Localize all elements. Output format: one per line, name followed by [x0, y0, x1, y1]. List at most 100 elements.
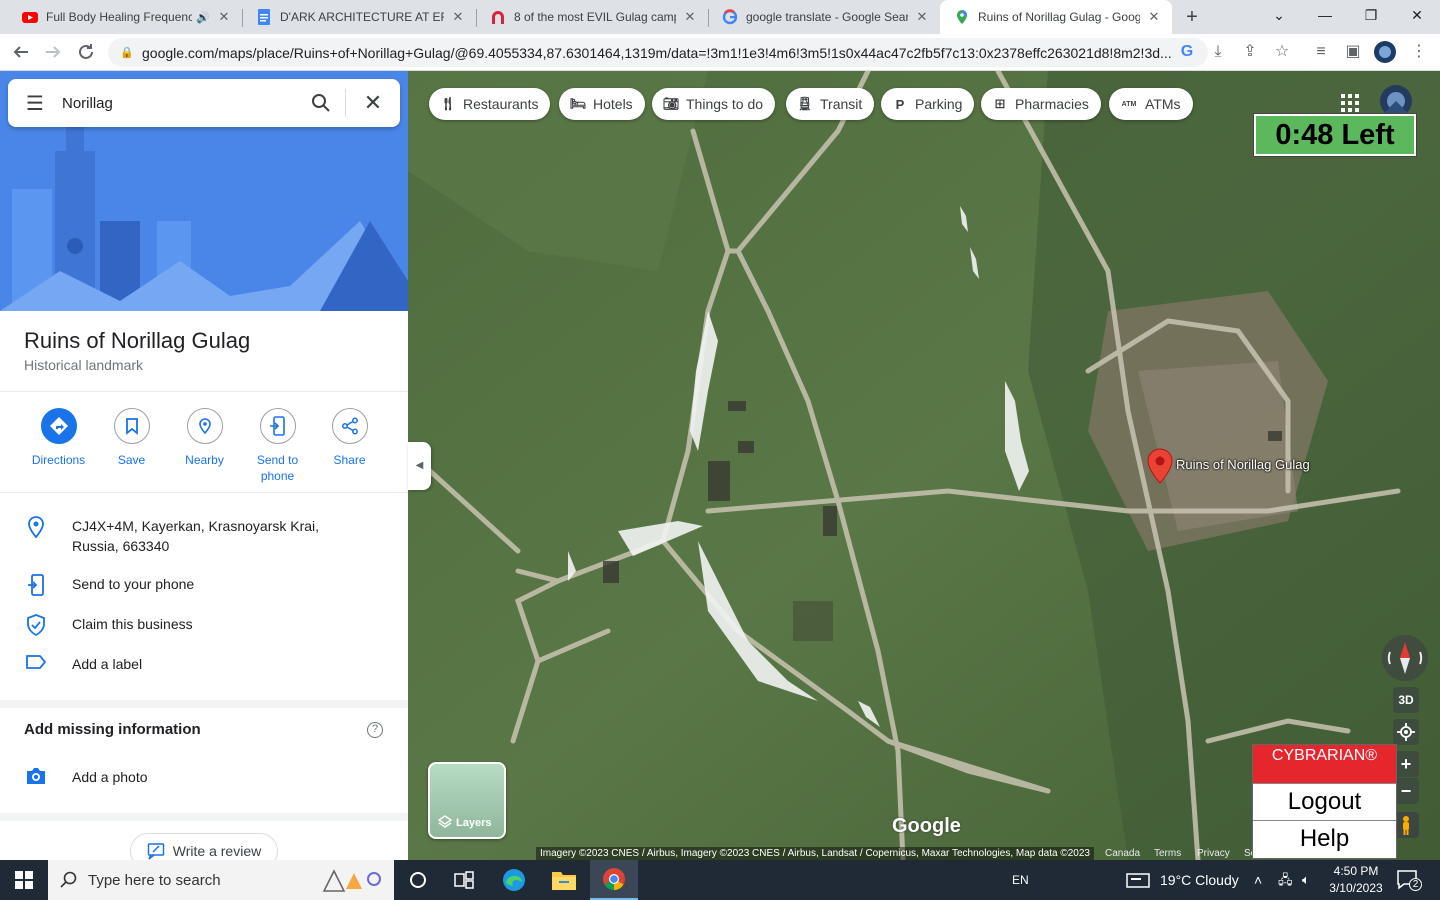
add-label-row[interactable]: Add a label [0, 654, 408, 674]
tab-close-icon[interactable]: ✕ [216, 9, 232, 25]
chip-atms[interactable]: ATM ATMs [1109, 88, 1193, 120]
send-to-phone-button[interactable]: Send to phone [241, 408, 314, 484]
tab-close-icon[interactable]: ✕ [1146, 9, 1162, 25]
3d-toggle-button[interactable]: 3D [1393, 687, 1419, 713]
account-avatar[interactable] [1380, 85, 1412, 117]
pin-label[interactable]: Ruins of Norillag Gulag [1176, 457, 1310, 472]
network-icon[interactable]: 🖧 [1278, 860, 1293, 900]
back-button[interactable] [8, 39, 34, 65]
divider [0, 492, 408, 493]
write-review-button[interactable]: Write a review [130, 833, 278, 860]
tab-google-search[interactable]: google translate - Google Search ✕ [708, 0, 940, 34]
collapse-panel-button[interactable]: ◀ [408, 442, 431, 490]
apps-grid-icon[interactable] [1340, 93, 1360, 113]
close-window-button[interactable]: ✕ [1394, 0, 1440, 30]
chip-parking[interactable]: P Parking [881, 88, 975, 120]
add-photo-row[interactable]: Add a photo [0, 767, 408, 787]
missing-info-heading: Add missing information [24, 721, 201, 738]
satellite-map[interactable]: 🍴︎ Restaurants 🛏︎ Hotels 📷︎ Things to do 🚆︎… [408, 71, 1440, 860]
reload-button[interactable] [73, 39, 99, 65]
share-icon [341, 417, 358, 435]
bookmark-star-icon[interactable]: ☆ [1269, 39, 1295, 65]
directions-icon [49, 417, 68, 435]
save-button[interactable]: Save [95, 408, 168, 468]
my-location-button[interactable] [1393, 719, 1419, 745]
file-explorer-icon[interactable] [540, 860, 588, 900]
footer-link-canada[interactable]: Canada [1105, 847, 1140, 860]
side-panel-icon[interactable]: ▣ [1340, 39, 1366, 65]
claim-business-row[interactable]: Claim this business [0, 614, 408, 636]
logout-button[interactable]: Logout [1253, 783, 1396, 820]
tab-close-icon[interactable]: ✕ [914, 9, 930, 25]
place-pin-icon[interactable] [1147, 448, 1173, 484]
layers-icon [438, 815, 452, 828]
directions-label: Directions [31, 453, 86, 467]
notification-center-button[interactable]: 2 [1396, 868, 1422, 892]
volume-icon[interactable]: 🔈︎ [1302, 860, 1310, 900]
search-box[interactable]: ☰ Norillag ✕ [8, 79, 400, 127]
nearby-button[interactable]: Nearby [168, 408, 241, 468]
docs-icon [258, 9, 270, 25]
task-view-icon[interactable] [440, 860, 488, 900]
forward-button[interactable] [40, 39, 66, 65]
chip-restaurants[interactable]: 🍴︎ Restaurants [429, 88, 551, 120]
send-to-phone-row[interactable]: Send to your phone [0, 574, 408, 596]
help-button[interactable]: Help [1253, 820, 1396, 857]
menu-icon[interactable]: ☰ [8, 91, 62, 116]
chip-transit[interactable]: 🚆︎ Transit [786, 88, 875, 120]
clock[interactable]: 4:50 PM 3/10/2023 [1326, 863, 1386, 897]
browser-menu-icon[interactable]: ⋮ [1406, 39, 1432, 65]
profile-avatar[interactable] [1372, 39, 1398, 65]
footer-link-terms[interactable]: Terms [1154, 847, 1181, 860]
share-button[interactable]: Share [313, 408, 386, 468]
back-arrow-icon [13, 46, 28, 58]
share-page-icon[interactable]: ⇪ [1237, 39, 1263, 65]
layers-button[interactable]: Layers [428, 762, 506, 839]
compass-control[interactable] [1382, 635, 1428, 681]
forward-arrow-icon [46, 46, 61, 58]
chip-things-to-do[interactable]: 📷︎ Things to do [652, 88, 776, 120]
new-tab-button[interactable]: + [1180, 6, 1204, 28]
weather-widget[interactable]: 19°C Cloudy [1126, 860, 1239, 900]
address-row[interactable]: CJ4X+4M, Kayerkan, Krasnoyarsk Krai, Rus… [0, 516, 408, 556]
show-hidden-icons[interactable]: ˄ [1254, 860, 1262, 900]
search-icon[interactable] [297, 93, 345, 113]
language-indicator[interactable]: EN [1012, 860, 1029, 900]
bookmark-icon [125, 418, 138, 435]
chip-label: Restaurants [463, 96, 539, 112]
chip-pharmacies[interactable]: ⊞ Pharmacies [981, 88, 1101, 120]
minimize-button[interactable]: — [1302, 0, 1348, 30]
google-icon [722, 9, 738, 25]
chrome-taskbar-icon[interactable] [590, 860, 638, 900]
tab-docs[interactable]: D'ARK ARCHITECTURE AT EROS ✕ [242, 0, 476, 34]
chip-hotels[interactable]: 🛏︎ Hotels [559, 88, 645, 120]
tab-search-button[interactable]: ⌄ [1256, 0, 1302, 30]
cortana-icon [410, 872, 426, 888]
train-icon: 🚆︎ [796, 96, 814, 111]
task-view-button[interactable] [394, 860, 442, 900]
directions-button[interactable]: Directions [22, 408, 95, 468]
place-side-panel: ☰ Norillag ✕ Ruins of Norillag Gulag His… [0, 71, 408, 860]
clear-search-icon[interactable]: ✕ [346, 90, 400, 116]
google-translate-icon[interactable]: G [1174, 39, 1200, 65]
add-label-text: Add a label [72, 656, 143, 672]
my-location-icon [1397, 723, 1415, 741]
tab-youtube[interactable]: Full Body Healing Frequenc 🔊 ✕ [8, 0, 242, 34]
maximize-button[interactable]: ❐ [1348, 0, 1394, 30]
tab-close-icon[interactable]: ✕ [682, 9, 698, 25]
speaker-icon[interactable]: 🔊 [196, 11, 210, 24]
edge-icon[interactable] [490, 860, 538, 900]
tab-close-icon[interactable]: ✕ [450, 9, 466, 25]
chip-label: Hotels [593, 96, 633, 112]
start-button[interactable] [0, 860, 48, 900]
media-queue-icon[interactable]: ≡ [1308, 39, 1334, 65]
help-icon[interactable]: ? [367, 722, 383, 738]
install-icon[interactable]: ⤓ [1205, 39, 1231, 65]
address-bar[interactable]: 🔒 google.com/maps/place/Ruins+of+Norilla… [108, 38, 1208, 67]
tab-article[interactable]: 8 of the most EVIL Gulag camps ✕ [476, 0, 708, 34]
footer-link-privacy[interactable]: Privacy [1197, 847, 1230, 860]
taskbar-search[interactable]: Type here to search [48, 860, 394, 900]
search-input[interactable]: Norillag [62, 95, 297, 112]
tab-google-maps[interactable]: Ruins of Norillag Gulag - Google Maps ✕ [940, 0, 1172, 34]
place-category[interactable]: Historical landmark [24, 357, 143, 373]
